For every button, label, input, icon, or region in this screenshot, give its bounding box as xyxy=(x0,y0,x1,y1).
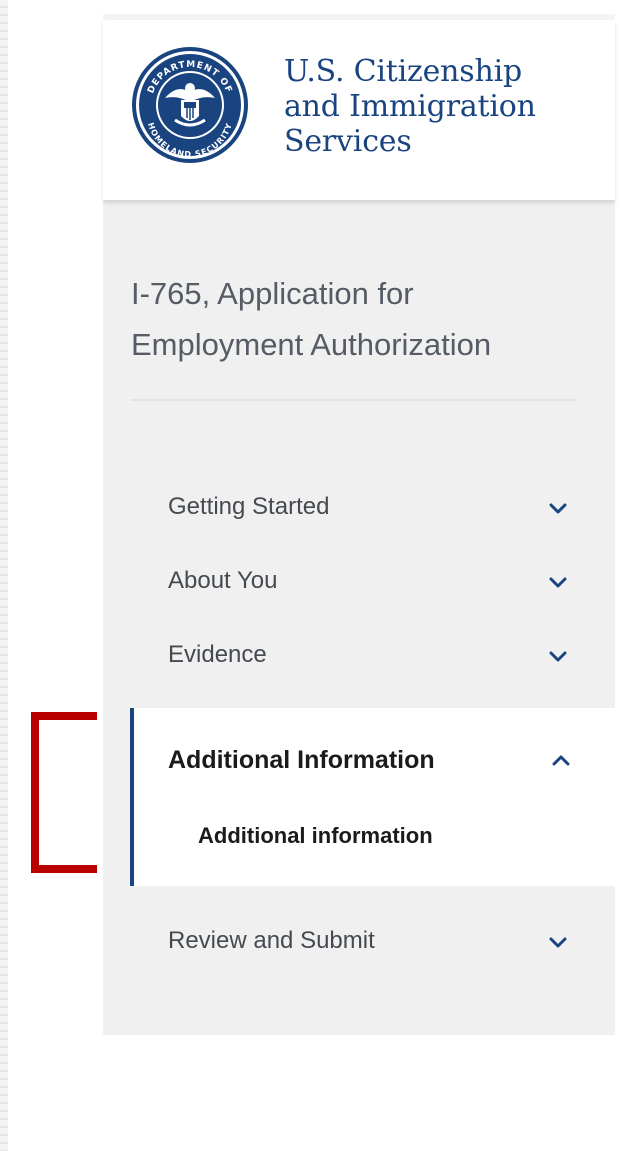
agency-name-line-3: Services xyxy=(284,124,412,159)
dhs-seal-icon[interactable]: DEPARTMENT OF HOMELAND SECURITY xyxy=(129,40,251,170)
nav-item-label: Getting Started xyxy=(168,493,330,520)
highlight-annotation-bracket xyxy=(31,712,97,873)
form-title-line-2: Employment Authorization xyxy=(131,327,492,362)
nav-item-label: Evidence xyxy=(168,641,267,668)
nav-section-additional-information: Additional Information Additional inform… xyxy=(130,708,615,886)
chevron-down-icon[interactable] xyxy=(547,931,569,953)
nav-item-label: About You xyxy=(168,567,278,594)
agency-name-line-1: U.S. Citizenship xyxy=(284,54,523,89)
chevron-up-icon[interactable] xyxy=(550,750,572,772)
nav-subitem-additional-information[interactable]: Additional information xyxy=(198,823,433,849)
form-title-line-1: I-765, Application for xyxy=(131,276,414,311)
form-sidebar: I-765, Application for Employment Author… xyxy=(103,200,615,1035)
chevron-down-icon[interactable] xyxy=(547,497,569,519)
nav-item-getting-started[interactable]: Getting Started xyxy=(103,479,615,535)
site-header: DEPARTMENT OF HOMELAND SECURITY U.S. Cit… xyxy=(103,20,615,200)
nav-item-evidence[interactable]: Evidence xyxy=(103,627,615,683)
nav-item-about-you[interactable]: About You xyxy=(103,553,615,609)
nav-item-additional-information[interactable]: Additional Information xyxy=(168,746,435,775)
page-edge-decoration xyxy=(0,0,8,1151)
chevron-down-icon[interactable] xyxy=(547,571,569,593)
agency-name[interactable]: U.S. Citizenship and Immigration Service… xyxy=(284,54,536,159)
chevron-down-icon[interactable] xyxy=(547,645,569,667)
form-title: I-765, Application for Employment Author… xyxy=(131,268,581,370)
nav-item-review-and-submit[interactable]: Review and Submit xyxy=(103,913,615,969)
agency-name-line-2: and Immigration xyxy=(284,89,536,124)
title-divider xyxy=(131,399,575,401)
nav-item-label: Review and Submit xyxy=(168,927,375,954)
